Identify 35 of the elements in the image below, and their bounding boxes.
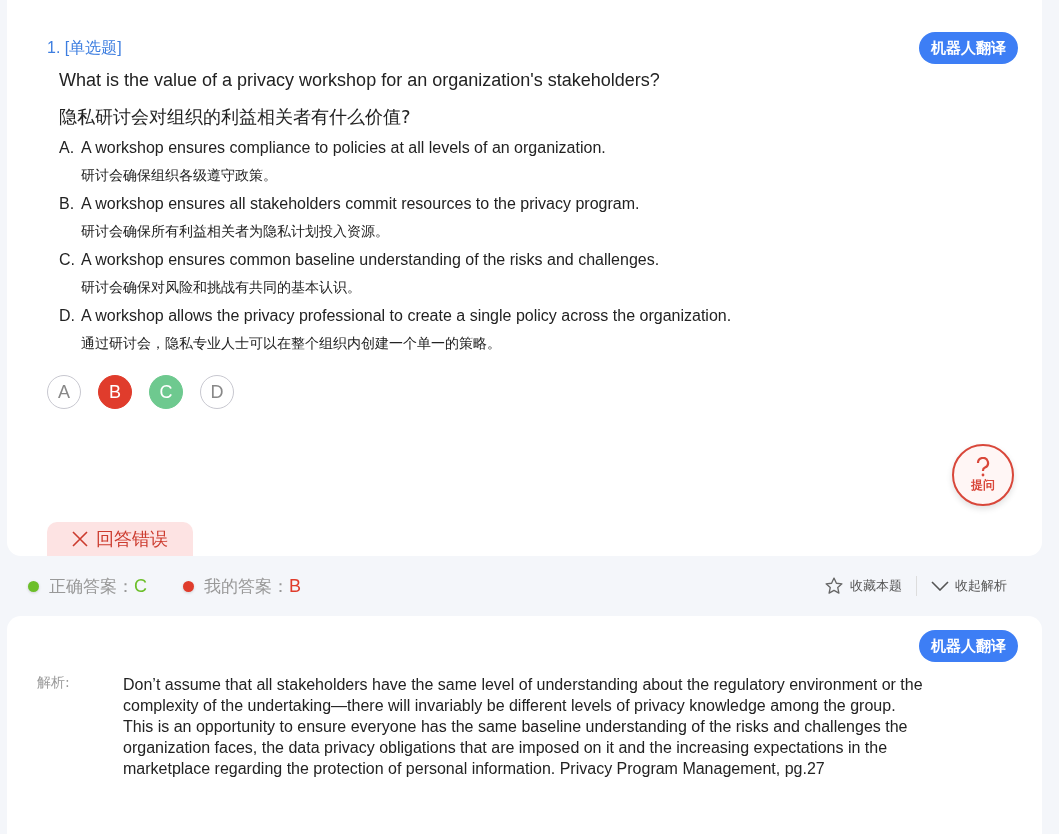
chevron-down-icon [931, 581, 949, 591]
explanation-text: Don’t assume that all stakeholders have the same level of understanding about the regulatory environment or the complexity of the undertaking—there will invariably be different levels of privacy knowledge among the group. This is an opportunity to ensure everyone has the same baseline understanding of the risks and challenges the organization faces, the data privacy obligations that are imposed on it and the increasing expectations in the marketplace regarding the protection of personal information. Privacy Program Management, pg.27 [123, 675, 923, 779]
option-text: A workshop ensures compliance to policies at all levels of an organization. [81, 139, 607, 157]
answer-label: 正确答案： [49, 574, 134, 598]
answer-value: C [134, 575, 147, 597]
star-icon [824, 576, 844, 596]
ask-button[interactable]: 提问 [952, 444, 1014, 506]
option-letter: A. [59, 139, 76, 157]
explanation-label: 解析: [37, 674, 71, 692]
question-mark-icon [976, 456, 990, 477]
answer-choice[interactable]: D [200, 375, 234, 409]
favorite-button[interactable]: 收藏本题 [810, 576, 916, 596]
answer-choice[interactable]: A [47, 375, 81, 409]
option-text: A workshop ensures common baseline understanding of the risks and challenges. [81, 251, 661, 269]
option-translation: 研讨会确保组织各级遵守政策。 [81, 167, 278, 185]
option-translation: 研讨会确保所有利益相关者为隐私计划投入资源。 [81, 223, 390, 241]
cross-icon [72, 531, 88, 547]
answer-value: B [289, 575, 301, 597]
option-translation: 研讨会确保对风险和挑战有共同的基本认识。 [81, 279, 362, 297]
translate-button[interactable]: 机器人翻译 [919, 32, 1018, 64]
collapse-button[interactable]: 收起解析 [917, 577, 1021, 595]
answer-choice[interactable]: C [149, 375, 183, 409]
question-text: What is the value of a privacy workshop for an organization's stakeholders? [59, 70, 661, 91]
result-tag: 回答错误 [47, 522, 193, 556]
option-text: A workshop ensures all stakeholders commit resources to the privacy program. [81, 195, 641, 213]
question-translation: 隐私研讨会对组织的利益相关者有什么价值? [59, 105, 412, 129]
option-letter: C. [59, 251, 76, 269]
answer-label: 我的答案： [204, 574, 289, 598]
question-type: 1. [单选题] [47, 37, 122, 58]
option-letter: B. [59, 195, 76, 213]
translate-button[interactable]: 机器人翻译 [919, 630, 1018, 662]
answer-choice[interactable]: B [98, 375, 132, 409]
option-translation: 通过研讨会，隐私专业人士可以在整个组织内创建一个单一的策略。 [81, 335, 502, 353]
option-text: A workshop allows the privacy professional to create a single policy across the organization. [81, 307, 733, 325]
option-letter: D. [59, 307, 76, 325]
